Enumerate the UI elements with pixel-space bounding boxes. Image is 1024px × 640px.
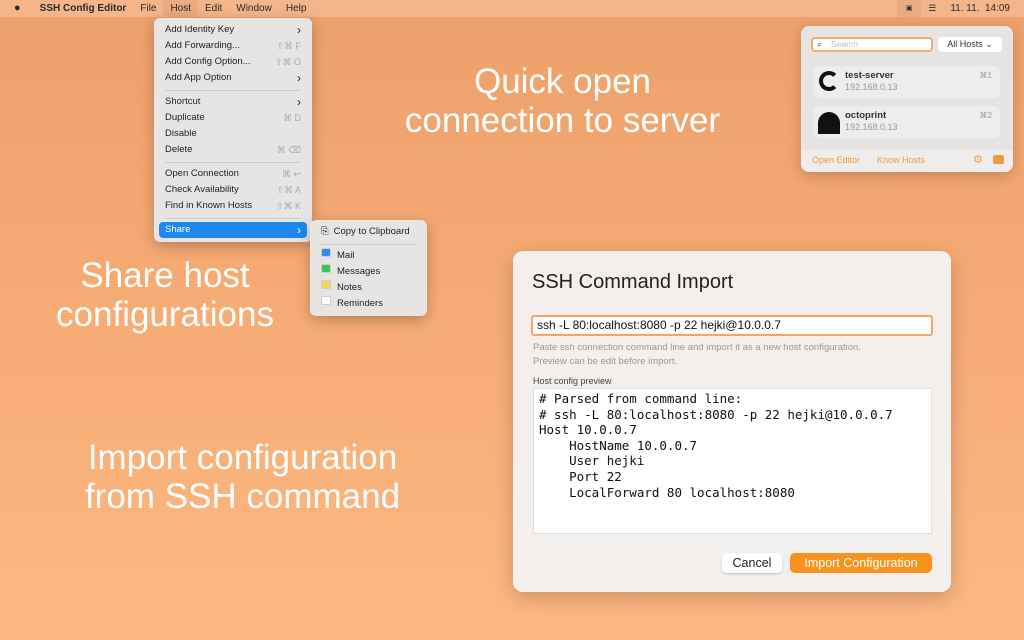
- chevron-right-icon: ›: [297, 23, 301, 37]
- shortcut-label: ⇧⌘ F: [276, 41, 301, 51]
- chevron-right-icon: ›: [297, 223, 301, 237]
- menu-item-label: Delete: [165, 144, 193, 155]
- menu-item-check-availability[interactable]: Check Availability ⇧⌘ A: [159, 182, 307, 198]
- quit-icon[interactable]: [993, 155, 1004, 164]
- messages-icon: [321, 264, 331, 273]
- share-submenu: ⎘ Copy to Clipboard Mail Messages Notes Remi…: [310, 220, 427, 316]
- dialog-title: SSH Command Import: [532, 271, 734, 293]
- menu-item-add-config-option[interactable]: Add Config Option... ⇧⌘ O: [159, 54, 307, 70]
- clock: 11. 11. 14:09: [950, 3, 1010, 14]
- menu-item-share[interactable]: Share ›: [159, 222, 307, 238]
- separator: [165, 161, 301, 163]
- search-icon: ⌕: [817, 39, 822, 49]
- apple-icon[interactable]: ●: [0, 0, 28, 17]
- menu-item-label: Reminders: [337, 298, 383, 309]
- separator: [165, 217, 301, 219]
- menu-item-messages[interactable]: Messages: [315, 264, 422, 280]
- menu-host[interactable]: Host: [163, 0, 199, 17]
- menu-item-label: Mail: [337, 250, 355, 261]
- menu-item-reminders[interactable]: Reminders: [315, 296, 422, 312]
- search-field[interactable]: ⌕ Search: [811, 37, 933, 52]
- menu-edit[interactable]: Edit: [198, 0, 229, 17]
- clipboard-icon: ⎘: [321, 226, 329, 237]
- quick-open-popover: ⌕ Search All Hosts ⌄ test-server 192.168…: [801, 26, 1013, 172]
- menu-item-label: Add Identity Key: [165, 24, 235, 35]
- help-text: Paste ssh connection command line and im…: [533, 342, 861, 367]
- know-hosts-link[interactable]: Know Hosts: [877, 150, 925, 170]
- menu-item-label: Add App Option: [165, 72, 232, 83]
- mail-icon: [321, 248, 331, 257]
- menu-item-add-app-option[interactable]: Add App Option ›: [159, 70, 307, 86]
- open-editor-link[interactable]: Open Editor: [812, 150, 860, 170]
- shortcut-label: ⌘ ↩: [281, 169, 301, 179]
- menu-item-open-connection[interactable]: Open Connection ⌘ ↩: [159, 166, 307, 182]
- octoprint-icon: [818, 112, 840, 134]
- shortcut-label: ⇧⌘ A: [276, 185, 301, 195]
- menu-item-label: Check Availability: [165, 184, 239, 195]
- menu-window[interactable]: Window: [229, 0, 279, 17]
- host-card-test-server[interactable]: test-server 192.168.0.13 ⌘1: [813, 66, 1000, 98]
- host-menu: Add Identity Key › Add Forwarding... ⇧⌘ F Ad…: [154, 18, 312, 242]
- menu-item-label: Shortcut: [165, 96, 201, 107]
- host-card-octoprint[interactable]: octoprint 192.168.0.13 ⌘2: [813, 106, 1000, 138]
- shortcut-label: ⌘ ⌫: [276, 145, 301, 155]
- shortcut-label: ⇧⌘ K: [275, 201, 301, 211]
- ssh-command-import-dialog: SSH Command Import ssh -L 80:localhost:8…: [513, 251, 951, 592]
- menu-item-label: Open Connection: [165, 168, 239, 179]
- menu-item-mail[interactable]: Mail: [315, 248, 422, 264]
- control-center-icon[interactable]: ☰: [921, 0, 943, 17]
- menu-item-label: Find in Known Hosts: [165, 200, 253, 211]
- notes-icon: [321, 280, 331, 289]
- menu-item-find-in-known-hosts[interactable]: Find in Known Hosts ⇧⌘ K: [159, 198, 307, 214]
- host-filter-dropdown[interactable]: All Hosts ⌄: [938, 37, 1002, 52]
- menu-item-add-identity-key[interactable]: Add Identity Key ›: [159, 22, 307, 38]
- caption-import: Import configuration from SSH command: [84, 438, 401, 516]
- menu-file[interactable]: File: [133, 0, 163, 17]
- menu-item-disable[interactable]: Disable: [159, 126, 307, 142]
- menu-item-label: Add Forwarding...: [165, 40, 240, 51]
- menu-help[interactable]: Help: [279, 0, 314, 17]
- menu-item-copy-to-clipboard[interactable]: ⎘ Copy to Clipboard: [315, 224, 422, 240]
- app-menu[interactable]: SSH Config Editor: [28, 0, 134, 17]
- caption-quick-open: Quick open connection to server: [404, 62, 721, 140]
- menu-bar: ● SSH Config Editor File Host Edit Windo…: [0, 0, 1024, 17]
- preview-textarea[interactable]: # Parsed from command line: # ssh -L 80:…: [533, 388, 932, 534]
- menu-item-label: Notes: [337, 282, 362, 293]
- gear-icon[interactable]: ⚙: [973, 150, 983, 170]
- import-configuration-button[interactable]: Import Configuration: [790, 553, 932, 573]
- cancel-button[interactable]: Cancel: [722, 553, 782, 573]
- menu-item-duplicate[interactable]: Duplicate ⌘ D: [159, 110, 307, 126]
- command-input[interactable]: ssh -L 80:localhost:8080 -p 22 hejki@10.…: [531, 315, 933, 336]
- caption-share: Share host configurations: [56, 256, 274, 334]
- preview-label: Host config preview: [533, 376, 612, 386]
- shortcut-label: ⇧⌘ O: [274, 57, 301, 67]
- popover-footer: Open Editor Know Hosts ⚙: [801, 150, 1013, 172]
- menu-item-label: Duplicate: [165, 112, 205, 123]
- ssh-status-icon[interactable]: ▣: [897, 0, 922, 17]
- separator: [165, 89, 301, 91]
- chevron-down-icon: ⌄: [985, 39, 993, 49]
- menu-item-delete[interactable]: Delete ⌘ ⌫: [159, 142, 307, 158]
- reminders-icon: [321, 296, 331, 305]
- menu-item-label: Messages: [337, 266, 381, 277]
- menu-item-label: Disable: [165, 128, 197, 139]
- ubuntu-icon: [819, 71, 839, 91]
- chevron-right-icon: ›: [297, 71, 301, 85]
- menu-item-label: Share: [165, 224, 191, 235]
- menu-item-shortcut[interactable]: Shortcut ›: [159, 94, 307, 110]
- menu-item-notes[interactable]: Notes: [315, 280, 422, 296]
- shortcut-label: ⌘ D: [283, 113, 301, 123]
- menu-item-label: Add Config Option...: [165, 56, 251, 67]
- menu-item-add-forwarding[interactable]: Add Forwarding... ⇧⌘ F: [159, 38, 307, 54]
- chevron-right-icon: ›: [297, 95, 301, 109]
- separator: [321, 243, 416, 245]
